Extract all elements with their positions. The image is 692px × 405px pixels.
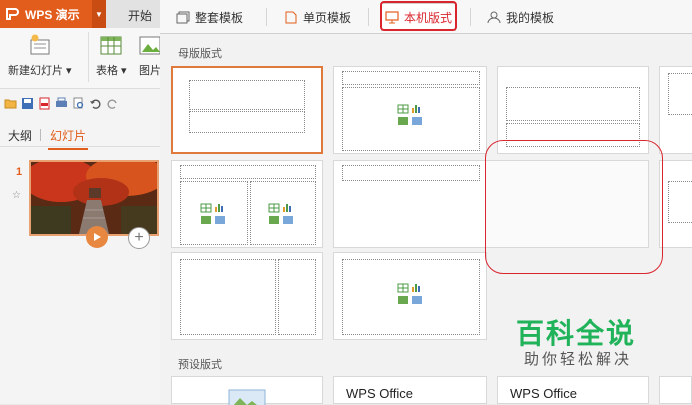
preset-layout-1[interactable] [171, 376, 323, 405]
placeholder-title [506, 87, 640, 121]
tab-single-page[interactable]: 单页模板 [284, 3, 351, 31]
placeholder-caption [278, 259, 316, 335]
layout-title-only[interactable] [333, 160, 487, 248]
tab-my-templates-label: 我的模板 [506, 10, 555, 25]
image-placeholder-icon [228, 389, 266, 405]
section-master-layouts: 母版版式 [178, 48, 222, 60]
play-icon [94, 233, 101, 241]
print-icon[interactable] [55, 97, 68, 110]
print-preview-icon[interactable] [72, 97, 85, 110]
layout-partial-right-2[interactable] [659, 160, 692, 248]
tab-template-set[interactable]: 整套模板 [176, 3, 243, 31]
placeholder-content [180, 259, 276, 335]
picture-button[interactable]: 图片 [138, 34, 161, 78]
slide-thumbnail[interactable] [29, 160, 159, 236]
tab-divider [470, 8, 471, 26]
wps-menu-button[interactable]: WPS 演示 ▼ [0, 0, 106, 28]
placeholder-title [342, 165, 480, 181]
preset-title: WPS Office [346, 386, 413, 401]
quick-access-toolbar [0, 91, 160, 115]
preset-layout-3[interactable]: WPS Office [497, 376, 649, 404]
tab-divider [266, 8, 267, 26]
save-icon[interactable] [21, 97, 34, 110]
export-pdf-icon[interactable] [38, 97, 51, 110]
add-slide-button[interactable]: + [128, 227, 150, 249]
layout-title-slide[interactable] [171, 66, 323, 154]
tab-template-set-label: 整套模板 [195, 10, 244, 25]
watermark-subtitle: 助你轻松解决 [524, 350, 633, 368]
app-title: WPS 演示 [25, 7, 80, 22]
panel-tabs: 大纲 幻灯片 [0, 122, 160, 150]
page-icon [284, 11, 298, 24]
placeholder-title [189, 80, 305, 110]
section-preset-layouts: 预设版式 [178, 359, 222, 371]
watermark-title: 百科全说 [516, 317, 637, 350]
template-set-icon [176, 11, 190, 24]
picture-icon [138, 34, 160, 56]
table-button[interactable]: 表格 ▾ [96, 34, 127, 78]
new-slide-icon [28, 34, 52, 56]
new-slide-label: 新建幻灯片 [8, 65, 63, 77]
content-placeholder-icon [268, 203, 293, 224]
new-slide-button[interactable]: 新建幻灯片 ▾ [8, 34, 72, 78]
placeholder-subtitle [189, 111, 305, 133]
tab-separator [40, 129, 41, 141]
tab-divider [368, 8, 369, 26]
layout-title-content[interactable] [333, 66, 487, 154]
placeholder-title [342, 71, 480, 85]
picture-label: 图片 [139, 65, 161, 77]
layout-content-only[interactable] [333, 252, 487, 340]
placeholder-content [668, 181, 692, 223]
undo-icon[interactable] [89, 97, 102, 110]
preset-title: WPS Office [510, 386, 577, 401]
tab-outline[interactable]: 大纲 [8, 127, 32, 144]
user-icon [487, 11, 501, 24]
layout-content-caption[interactable] [171, 252, 323, 340]
preset-layout-4[interactable] [659, 376, 692, 404]
table-icon [99, 34, 123, 56]
layout-dialog: 整套模板 单页模板 本机版式 我的模板 母版版式 预设版式 WPS Office… [160, 0, 692, 405]
ribbon: 新建幻灯片 ▾ 表格 ▾ 图片 [0, 28, 160, 89]
content-placeholder-icon [397, 104, 422, 125]
play-slide-button[interactable] [86, 226, 108, 248]
layout-partial-right[interactable] [659, 66, 692, 154]
content-placeholder-icon [200, 203, 225, 224]
layout-two-content[interactable] [171, 160, 323, 248]
tab-highlight-box [380, 1, 457, 31]
menu-dropdown-icon[interactable]: ▼ [92, 0, 106, 28]
open-folder-icon[interactable] [4, 97, 17, 110]
slide-number: 1 [16, 166, 23, 178]
tab-single-page-label: 单页模板 [303, 10, 352, 25]
tab-my-templates[interactable]: 我的模板 [487, 3, 554, 31]
preset-layout-2[interactable]: WPS Office [333, 376, 487, 404]
ribbon-separator [88, 32, 89, 82]
wps-logo-icon [6, 8, 20, 20]
highlight-annotation [485, 140, 663, 274]
placeholder-content [668, 73, 692, 115]
title-bar: WPS 演示 ▼ 开始 [0, 0, 160, 28]
redo-icon[interactable] [106, 97, 119, 110]
animation-star-icon: ☆ [12, 190, 21, 201]
placeholder-title [180, 165, 316, 179]
content-placeholder-icon [397, 283, 422, 304]
table-label: 表格 [96, 65, 118, 77]
dialog-tabs: 整套模板 单页模板 本机版式 我的模板 [160, 0, 692, 34]
slide-thumbnail-image [31, 162, 157, 234]
tab-start[interactable]: 开始 [128, 7, 152, 24]
wps-app-window: WPS 演示 ▼ 开始 新建幻灯片 ▾ 表格 ▾ 图片 大纲 幻灯片 1 ☆ + [0, 0, 161, 404]
tab-slides[interactable]: 幻灯片 [47, 127, 89, 150]
